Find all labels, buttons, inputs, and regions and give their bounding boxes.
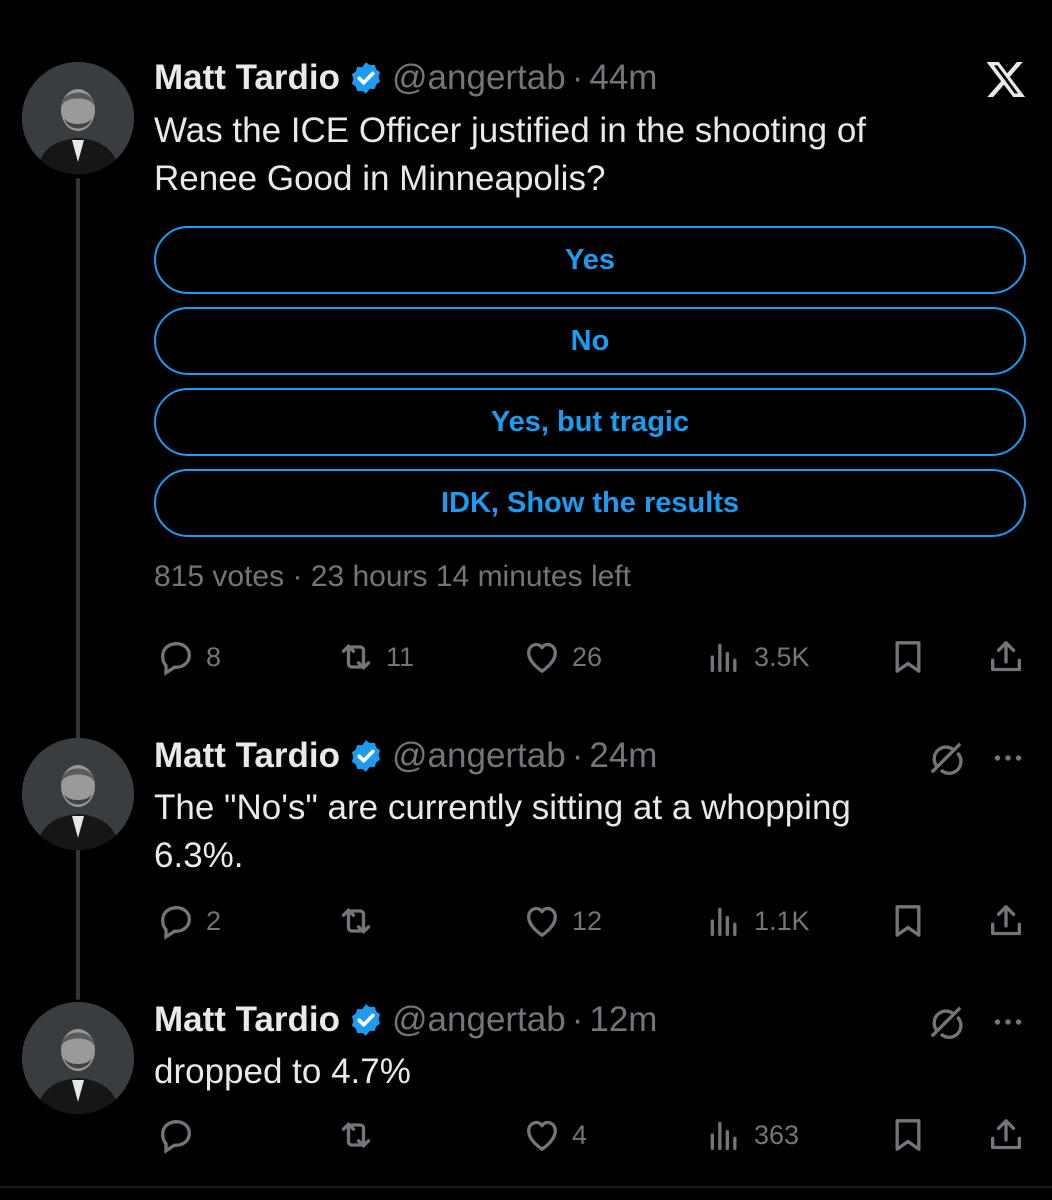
- views-button[interactable]: 1.1K: [704, 896, 810, 946]
- views-chart-icon: [710, 643, 737, 672]
- poll-option-no[interactable]: No: [154, 307, 1026, 375]
- views-chart-icon: [710, 1121, 737, 1150]
- author-handle[interactable]: @angertab: [392, 1000, 566, 1040]
- tweet-text: The "No's" are currently sitting at a wh…: [154, 784, 974, 880]
- like-count: 12: [572, 905, 603, 936]
- mute-icon[interactable]: [926, 738, 966, 778]
- tweet-text: dropped to 4.7%: [154, 1048, 974, 1096]
- reply-icon: [160, 641, 192, 676]
- tweet-text-line: dropped to 4.7%: [154, 1052, 411, 1091]
- views-button[interactable]: 363: [704, 1110, 799, 1160]
- poll-option-idk-show-results[interactable]: IDK, Show the results: [154, 469, 1026, 537]
- tweet-header: Matt Tardio @angertab · 44m: [154, 54, 657, 102]
- tweet-header: Matt Tardio @angertab · 24m: [154, 732, 657, 780]
- repost-icon: [341, 908, 371, 934]
- repost-button[interactable]: [336, 896, 386, 946]
- timestamp[interactable]: 24m: [589, 736, 657, 776]
- more-icon[interactable]: [990, 1004, 1026, 1040]
- avatar[interactable]: [22, 62, 134, 174]
- poll-option-yes[interactable]: Yes: [154, 226, 1026, 294]
- more-icon[interactable]: [990, 740, 1026, 776]
- avatar-photo-icon: [22, 62, 134, 174]
- timestamp[interactable]: 44m: [589, 58, 657, 98]
- share-button[interactable]: [986, 896, 1036, 946]
- repost-button[interactable]: [336, 1110, 386, 1160]
- reply-icon: [160, 905, 192, 940]
- views-count: 3.5K: [754, 641, 810, 672]
- like-count: 26: [572, 641, 603, 672]
- divider: [0, 1186, 1052, 1188]
- author-handle[interactable]: @angertab: [392, 736, 566, 776]
- views-count: 1.1K: [754, 905, 810, 936]
- poll-meta: 815 votes · 23 hours 14 minutes left: [154, 560, 631, 594]
- bookmark-button[interactable]: [888, 896, 938, 946]
- mute-icon[interactable]: [926, 1002, 966, 1042]
- action-bar: 8 11 26 3.5K: [0, 632, 1052, 682]
- views-chart-icon: [710, 907, 737, 936]
- separator-dot: ·: [292, 560, 303, 593]
- bookmark-button[interactable]: [888, 1110, 938, 1160]
- views-count: 363: [754, 1119, 800, 1150]
- tweet-text-line: The "No's" are currently sitting at a wh…: [154, 788, 851, 827]
- separator-dot: ·: [571, 58, 584, 97]
- share-icon: [991, 905, 1021, 936]
- repost-icon: [341, 644, 371, 670]
- share-button[interactable]: [986, 632, 1036, 682]
- reply-button[interactable]: 2: [156, 896, 221, 946]
- avatar-photo-icon: [22, 1002, 134, 1114]
- reply-button[interactable]: [156, 1110, 206, 1160]
- timestamp[interactable]: 12m: [589, 1000, 657, 1040]
- author-name[interactable]: Matt Tardio: [154, 1000, 340, 1040]
- share-icon: [991, 641, 1021, 672]
- poll-time-left: 23 hours 14 minutes left: [310, 560, 631, 593]
- tweet-text-line: Renee Good in Minneapolis?: [154, 159, 606, 198]
- reply-button[interactable]: 8: [156, 632, 221, 682]
- author-name[interactable]: Matt Tardio: [154, 736, 340, 776]
- thread-connector-line: [76, 178, 80, 1000]
- poll-vote-count: 815 votes: [154, 560, 285, 593]
- tweet-text: Was the ICE Officer justified in the sho…: [154, 107, 974, 203]
- share-icon: [991, 1119, 1021, 1150]
- share-button[interactable]: [986, 1110, 1036, 1160]
- verified-badge-icon: [351, 62, 381, 94]
- views-button[interactable]: 3.5K: [704, 632, 810, 682]
- bookmark-button[interactable]: [888, 632, 938, 682]
- repost-button[interactable]: 11: [336, 632, 414, 682]
- repost-count: 11: [386, 641, 415, 672]
- tweet-header: Matt Tardio @angertab · 12m: [154, 996, 657, 1044]
- reply-count: 2: [206, 905, 222, 936]
- action-bar: 2 12 1.1K: [0, 896, 1052, 946]
- avatar[interactable]: [22, 738, 134, 850]
- bookmark-icon: [895, 641, 921, 673]
- poll-option-yes-but-tragic[interactable]: Yes, but tragic: [154, 388, 1026, 456]
- author-handle[interactable]: @angertab: [392, 58, 566, 98]
- heart-icon: [527, 1120, 557, 1151]
- heart-icon: [527, 906, 557, 937]
- tweet-text-line: 6.3%.: [154, 836, 244, 875]
- avatar-photo-icon: [22, 738, 134, 850]
- repost-icon: [341, 1122, 371, 1148]
- x-logo-icon: [986, 62, 1026, 98]
- bookmark-icon: [895, 1119, 921, 1151]
- reply-icon: [160, 1119, 192, 1154]
- separator-dot: ·: [571, 1000, 584, 1039]
- author-name[interactable]: Matt Tardio: [154, 58, 340, 98]
- reply-count: 8: [206, 641, 222, 672]
- like-button[interactable]: 26: [522, 632, 602, 682]
- verified-badge-icon: [351, 740, 381, 772]
- avatar[interactable]: [22, 1002, 134, 1114]
- like-button[interactable]: 4: [522, 1110, 587, 1160]
- action-bar: 4 363: [0, 1110, 1052, 1160]
- heart-icon: [527, 642, 557, 673]
- bookmark-icon: [895, 905, 921, 937]
- verified-badge-icon: [351, 1004, 381, 1036]
- tweet-text-line: Was the ICE Officer justified in the sho…: [154, 111, 867, 150]
- like-button[interactable]: 12: [522, 896, 602, 946]
- like-count: 4: [572, 1119, 588, 1150]
- separator-dot: ·: [571, 736, 584, 775]
